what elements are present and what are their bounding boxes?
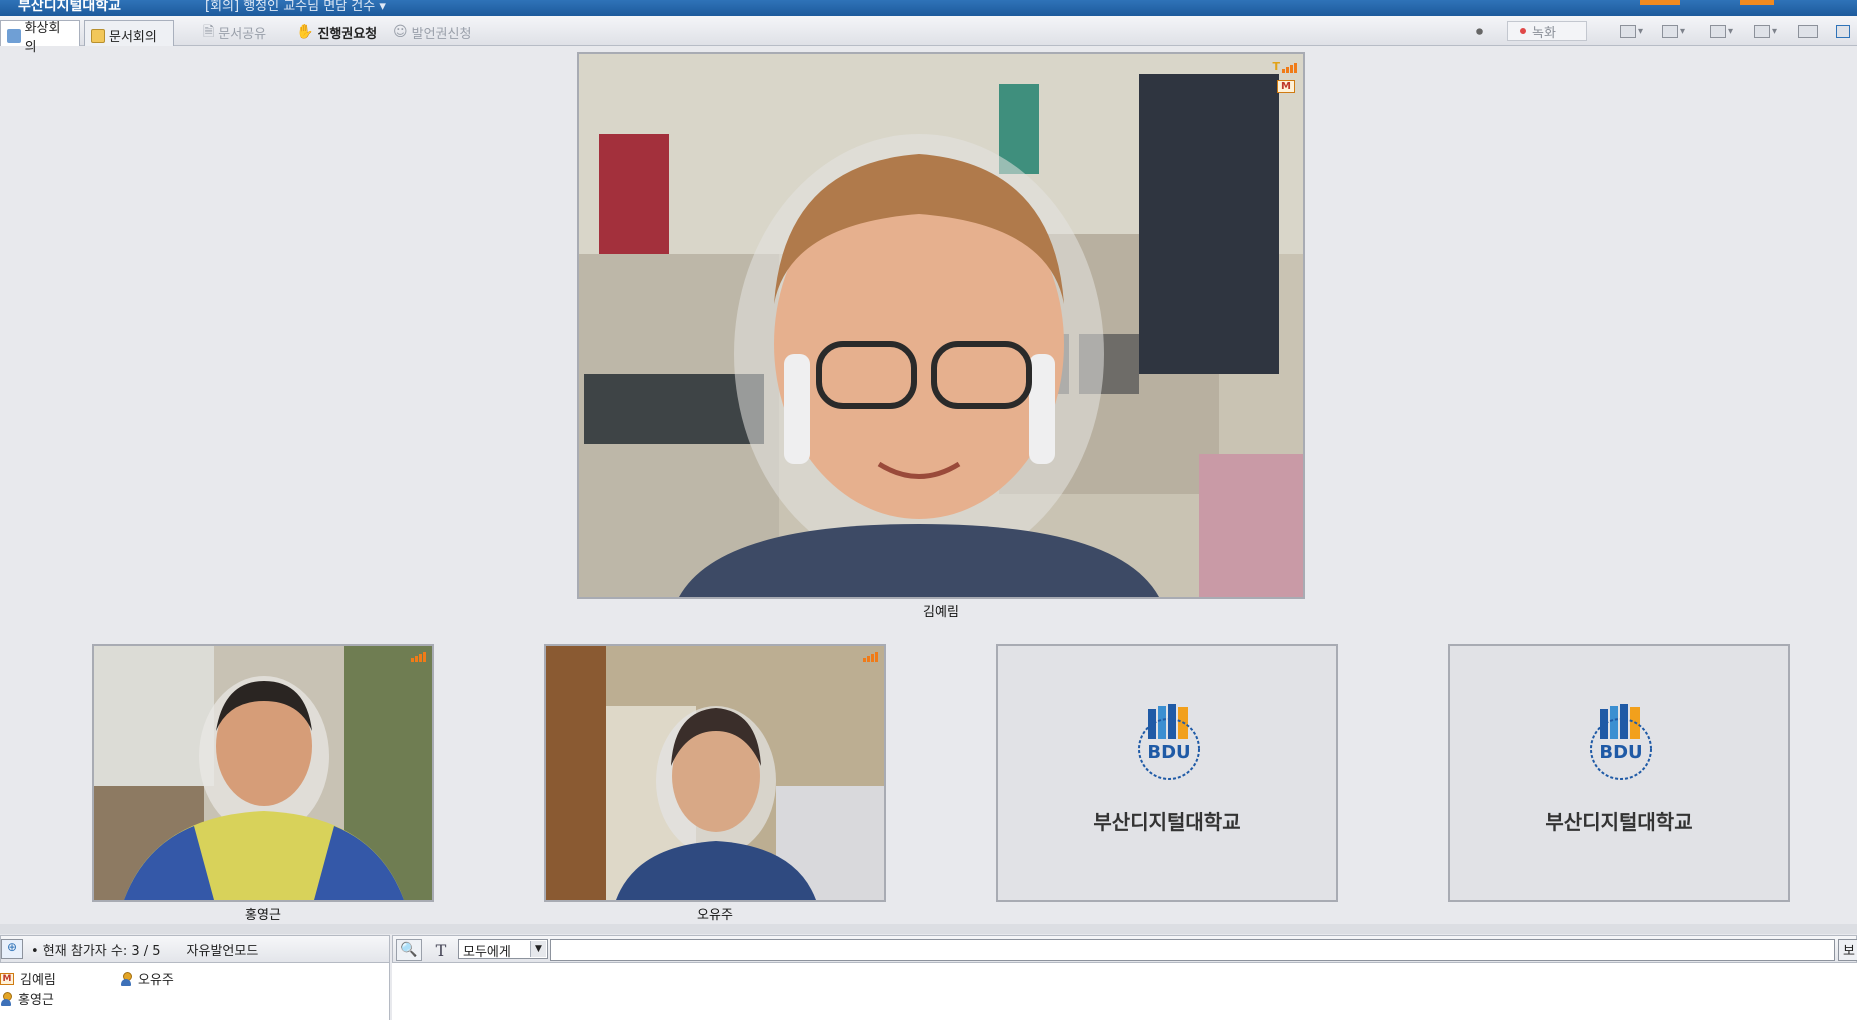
main-video-name: 김예림 xyxy=(923,605,959,620)
video-tile-2-name: 오유주 xyxy=(697,908,733,923)
window-control-slider-2[interactable] xyxy=(1740,0,1774,5)
tab-document-conference[interactable]: 문서회의 xyxy=(84,20,174,46)
video-tile-2-feed xyxy=(546,646,884,900)
toolbar: 화상회의 문서회의 🗎 문서공유 ✋ 진행권요청 ☺ 발언권신청 ⏺ 녹화 ▾ … xyxy=(0,16,1857,55)
participant-item[interactable]: 오유주 xyxy=(120,969,174,988)
signal-strength-icon xyxy=(863,652,878,662)
video-tile-1[interactable] xyxy=(92,644,434,902)
empty-video-tile-2: BDU 부산디지털대학교 xyxy=(1448,644,1790,902)
chat-input[interactable] xyxy=(550,939,1835,961)
hand-icon: ✋ xyxy=(296,24,314,40)
svg-text:BDU: BDU xyxy=(1599,742,1642,763)
camera-toggle-button[interactable]: ⏺ xyxy=(1476,22,1483,42)
settings-button[interactable] xyxy=(1798,23,1824,39)
signal-strength-icon xyxy=(411,652,426,662)
record-dot-icon xyxy=(1520,28,1526,34)
request-control-button[interactable]: ✋ 진행권요청 xyxy=(296,22,377,42)
doc-share-icon: 🗎 xyxy=(203,24,215,40)
mode-label[interactable]: 자유발언모드 xyxy=(187,940,259,959)
main-video[interactable]: T M xyxy=(577,52,1305,599)
font-style-button[interactable]: T xyxy=(428,939,454,961)
layout-button-2[interactable]: ▾ xyxy=(1662,23,1688,39)
bdu-logo-icon: BDU xyxy=(1138,704,1200,780)
layout-1-icon xyxy=(1620,24,1636,38)
main-video-feed xyxy=(579,54,1303,597)
meeting-title-dropdown[interactable]: [회의] 행정인 교수님 면담 건수 ▾ xyxy=(205,0,386,14)
empty-video-tile-1: BDU 부산디지털대학교 xyxy=(996,644,1338,902)
title-bar: 부산디지털대학교 [회의] 행정인 교수님 면담 건수 ▾ xyxy=(0,0,1857,16)
request-speak-button[interactable]: ☺ 발언권신청 xyxy=(393,22,471,42)
invite-participant-button[interactable]: ⊕ xyxy=(1,939,23,959)
speak-icon: ☺ xyxy=(393,24,408,40)
document-conference-icon xyxy=(91,28,105,43)
magnifier-icon: 🔍 xyxy=(400,942,418,958)
participants-header: ⊕ • 현재 참가자 수: 3 / 5 자유발언모드 xyxy=(0,935,390,963)
participant-count: • 현재 참가자 수: 3 / 5 xyxy=(31,943,161,959)
logo-text: 부산디지털대학교 xyxy=(1545,810,1693,834)
layout-button-3[interactable]: ▾ xyxy=(1710,23,1736,39)
person-icon xyxy=(120,971,132,986)
signal-strength-icon: T xyxy=(1272,60,1297,73)
text-format-icon: T xyxy=(435,940,447,960)
send-button[interactable]: 보 xyxy=(1838,939,1857,961)
exit-icon xyxy=(1836,24,1850,38)
participant-item[interactable]: 홍영근 xyxy=(0,989,54,1008)
layout-3-icon xyxy=(1710,24,1726,38)
logo-text: 부산디지털대학교 xyxy=(1093,810,1241,834)
bdu-logo-icon: BDU xyxy=(1590,704,1652,780)
video-tile-2[interactable] xyxy=(544,644,886,902)
app-title: 부산디지털대학교 xyxy=(18,0,122,14)
recipient-select[interactable]: 모두에게 ▼ xyxy=(458,939,548,960)
chat-messages-area xyxy=(392,963,1857,1020)
video-tile-1-feed xyxy=(94,646,432,900)
moderator-badge-icon: M xyxy=(1277,80,1295,93)
fullscreen-icon xyxy=(1754,24,1770,38)
record-button[interactable]: 녹화 xyxy=(1507,21,1587,41)
fullscreen-button[interactable]: ▾ xyxy=(1754,23,1780,39)
layout-2-icon xyxy=(1662,24,1678,38)
participant-item[interactable]: M 김예림 xyxy=(0,969,56,988)
camera-icon: ⏺ xyxy=(1476,24,1483,40)
exit-button[interactable] xyxy=(1836,23,1854,39)
video-conference-icon xyxy=(7,28,21,43)
video-tile-1-name: 홍영근 xyxy=(245,908,281,923)
chevron-down-icon: ▼ xyxy=(530,941,546,957)
svg-text:BDU: BDU xyxy=(1147,742,1190,763)
moderator-badge-icon: M xyxy=(0,972,14,985)
chat-search-button[interactable]: 🔍 xyxy=(396,939,422,961)
tab-video-conference[interactable]: 화상회의 xyxy=(0,20,80,55)
participants-list: M 김예림 오유주 홍영근 xyxy=(0,963,390,1020)
layout-button-1[interactable]: ▾ xyxy=(1620,23,1646,39)
panel-divider xyxy=(0,924,1857,934)
window-control-slider[interactable] xyxy=(1640,0,1680,5)
doc-share-button[interactable]: 🗎 문서공유 xyxy=(203,22,266,42)
person-icon xyxy=(0,991,12,1006)
settings-icon xyxy=(1798,24,1818,38)
